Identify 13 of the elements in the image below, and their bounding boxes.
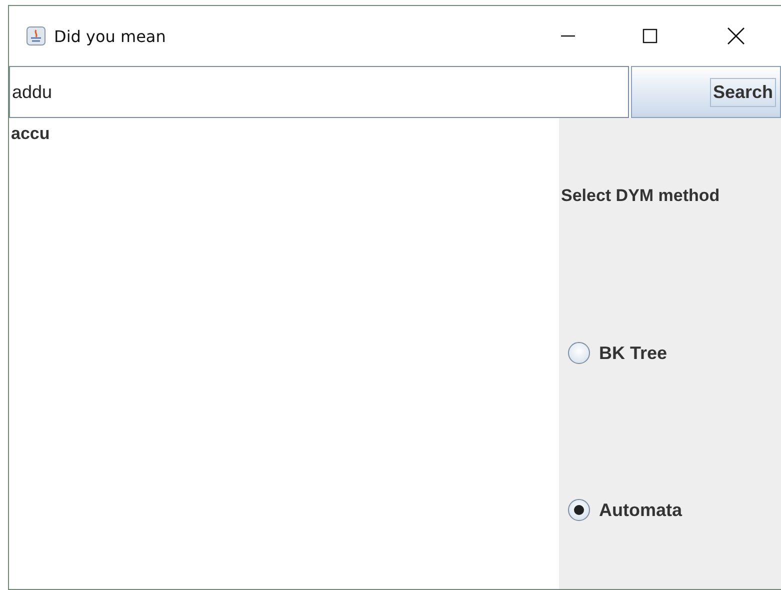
radio-button[interactable] xyxy=(568,499,590,521)
radio-option[interactable]: Automata xyxy=(568,499,682,521)
window-title: Did you mean xyxy=(54,26,166,46)
radio-option[interactable]: BK Tree xyxy=(568,342,668,364)
minimize-icon xyxy=(560,35,576,37)
app-icon xyxy=(26,26,46,46)
search-field[interactable]: addu xyxy=(9,66,629,118)
close-icon xyxy=(726,26,746,46)
radio-button[interactable] xyxy=(568,342,590,364)
maximize-icon xyxy=(640,26,660,46)
result-text: accu xyxy=(10,124,51,144)
panel-label: Select DYM method xyxy=(561,186,720,206)
search-button[interactable]: Search xyxy=(631,66,781,118)
